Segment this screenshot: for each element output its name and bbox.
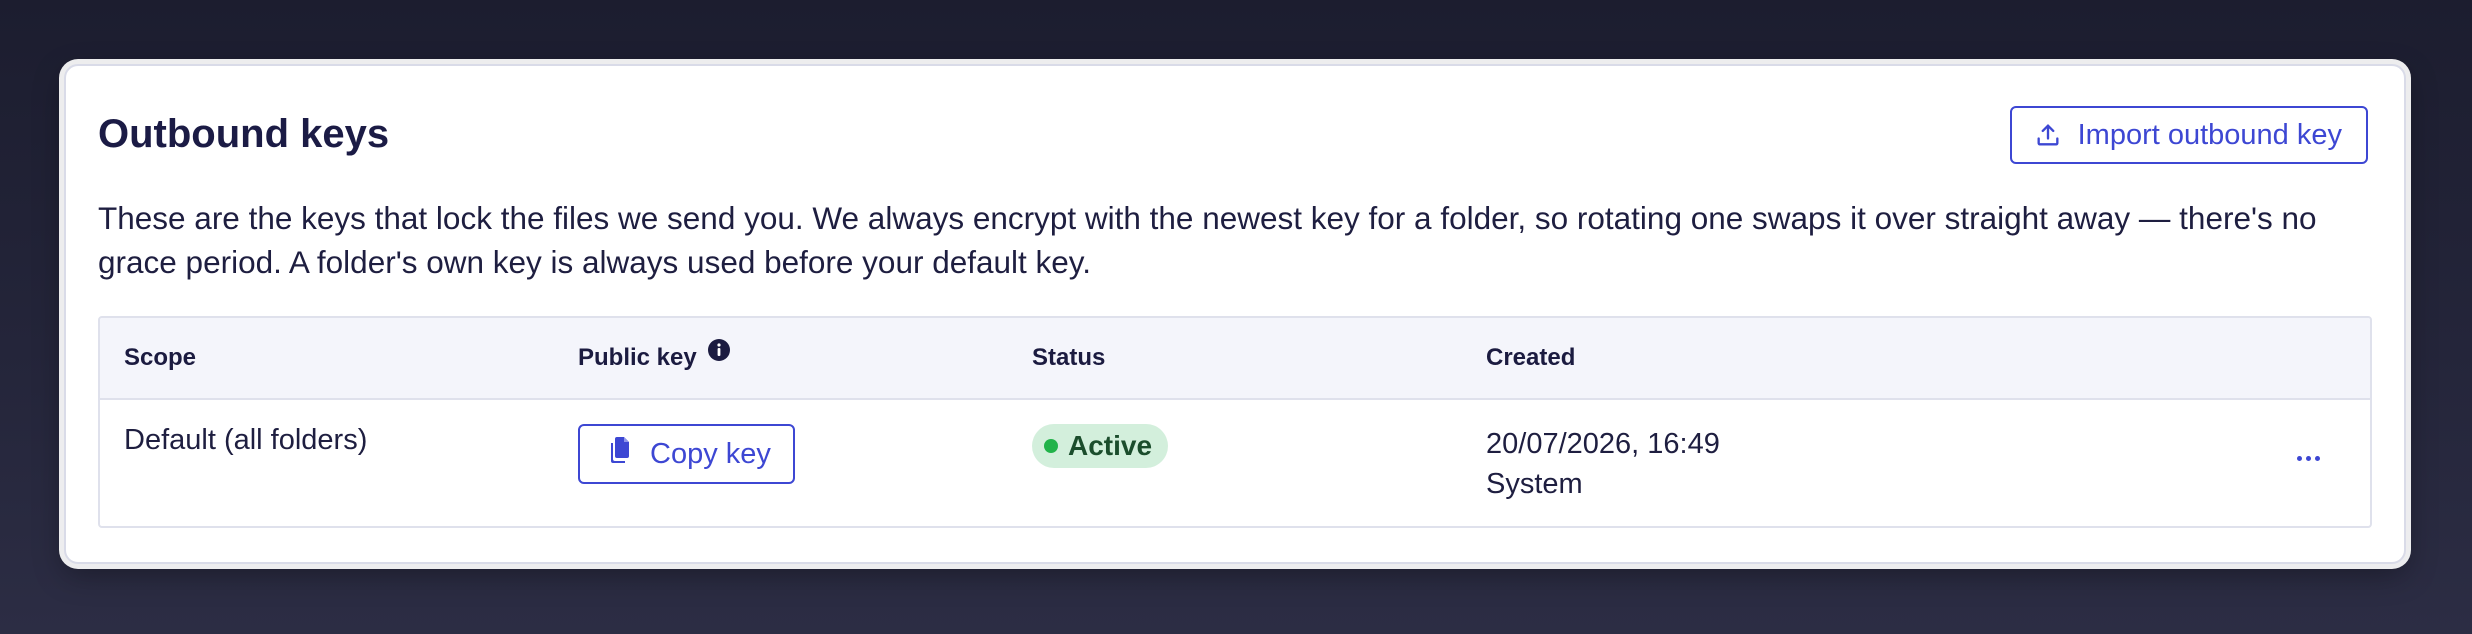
column-header-status: Status: [1032, 318, 1105, 398]
import-outbound-key-button[interactable]: Import outbound key: [2009, 106, 2368, 164]
more-dot: [2305, 455, 2311, 461]
column-header-scope-label: Scope: [124, 344, 197, 371]
info-icon[interactable]: [707, 338, 731, 369]
outbound-keys-table: Scope Public key Status Created Default …: [98, 316, 2372, 528]
created-by: System: [1486, 468, 1583, 500]
column-header-public-key: Public key: [578, 318, 731, 398]
copy-key-button[interactable]: Copy key: [578, 424, 795, 484]
table-row: Default (all folders) Copy key Active 20…: [100, 400, 2370, 526]
table-header: Scope Public key Status Created: [100, 318, 2370, 400]
more-horizontal-icon[interactable]: [2288, 446, 2328, 470]
upload-icon: [2034, 121, 2062, 149]
more-dot: [2296, 455, 2302, 461]
more-dot: [2314, 455, 2320, 461]
outbound-keys-panel: Outbound keys Import outbound key These …: [64, 64, 2406, 564]
panel-description: These are the keys that lock the files w…: [98, 200, 2317, 280]
import-outbound-key-label: Import outbound key: [2077, 118, 2342, 151]
column-header-created-label: Created: [1486, 344, 1576, 371]
column-header-public-key-label: Public key: [578, 344, 697, 371]
column-header-scope: Scope: [124, 318, 196, 398]
copy-key-label: Copy key: [650, 437, 771, 470]
copy-icon: [606, 435, 634, 473]
scope-cell: Default (all folders): [124, 424, 368, 456]
created-date: 20/07/2026, 16:49: [1486, 428, 1720, 460]
status-badge: Active: [1032, 424, 1169, 468]
status-label: Active: [1068, 430, 1153, 461]
column-header-created: Created: [1486, 318, 1575, 398]
column-header-status-label: Status: [1032, 344, 1106, 371]
created-cell: 20/07/2026, 16:49 System: [1486, 424, 1720, 504]
status-dot: [1044, 439, 1058, 453]
panel-title: Outbound keys: [98, 112, 390, 156]
